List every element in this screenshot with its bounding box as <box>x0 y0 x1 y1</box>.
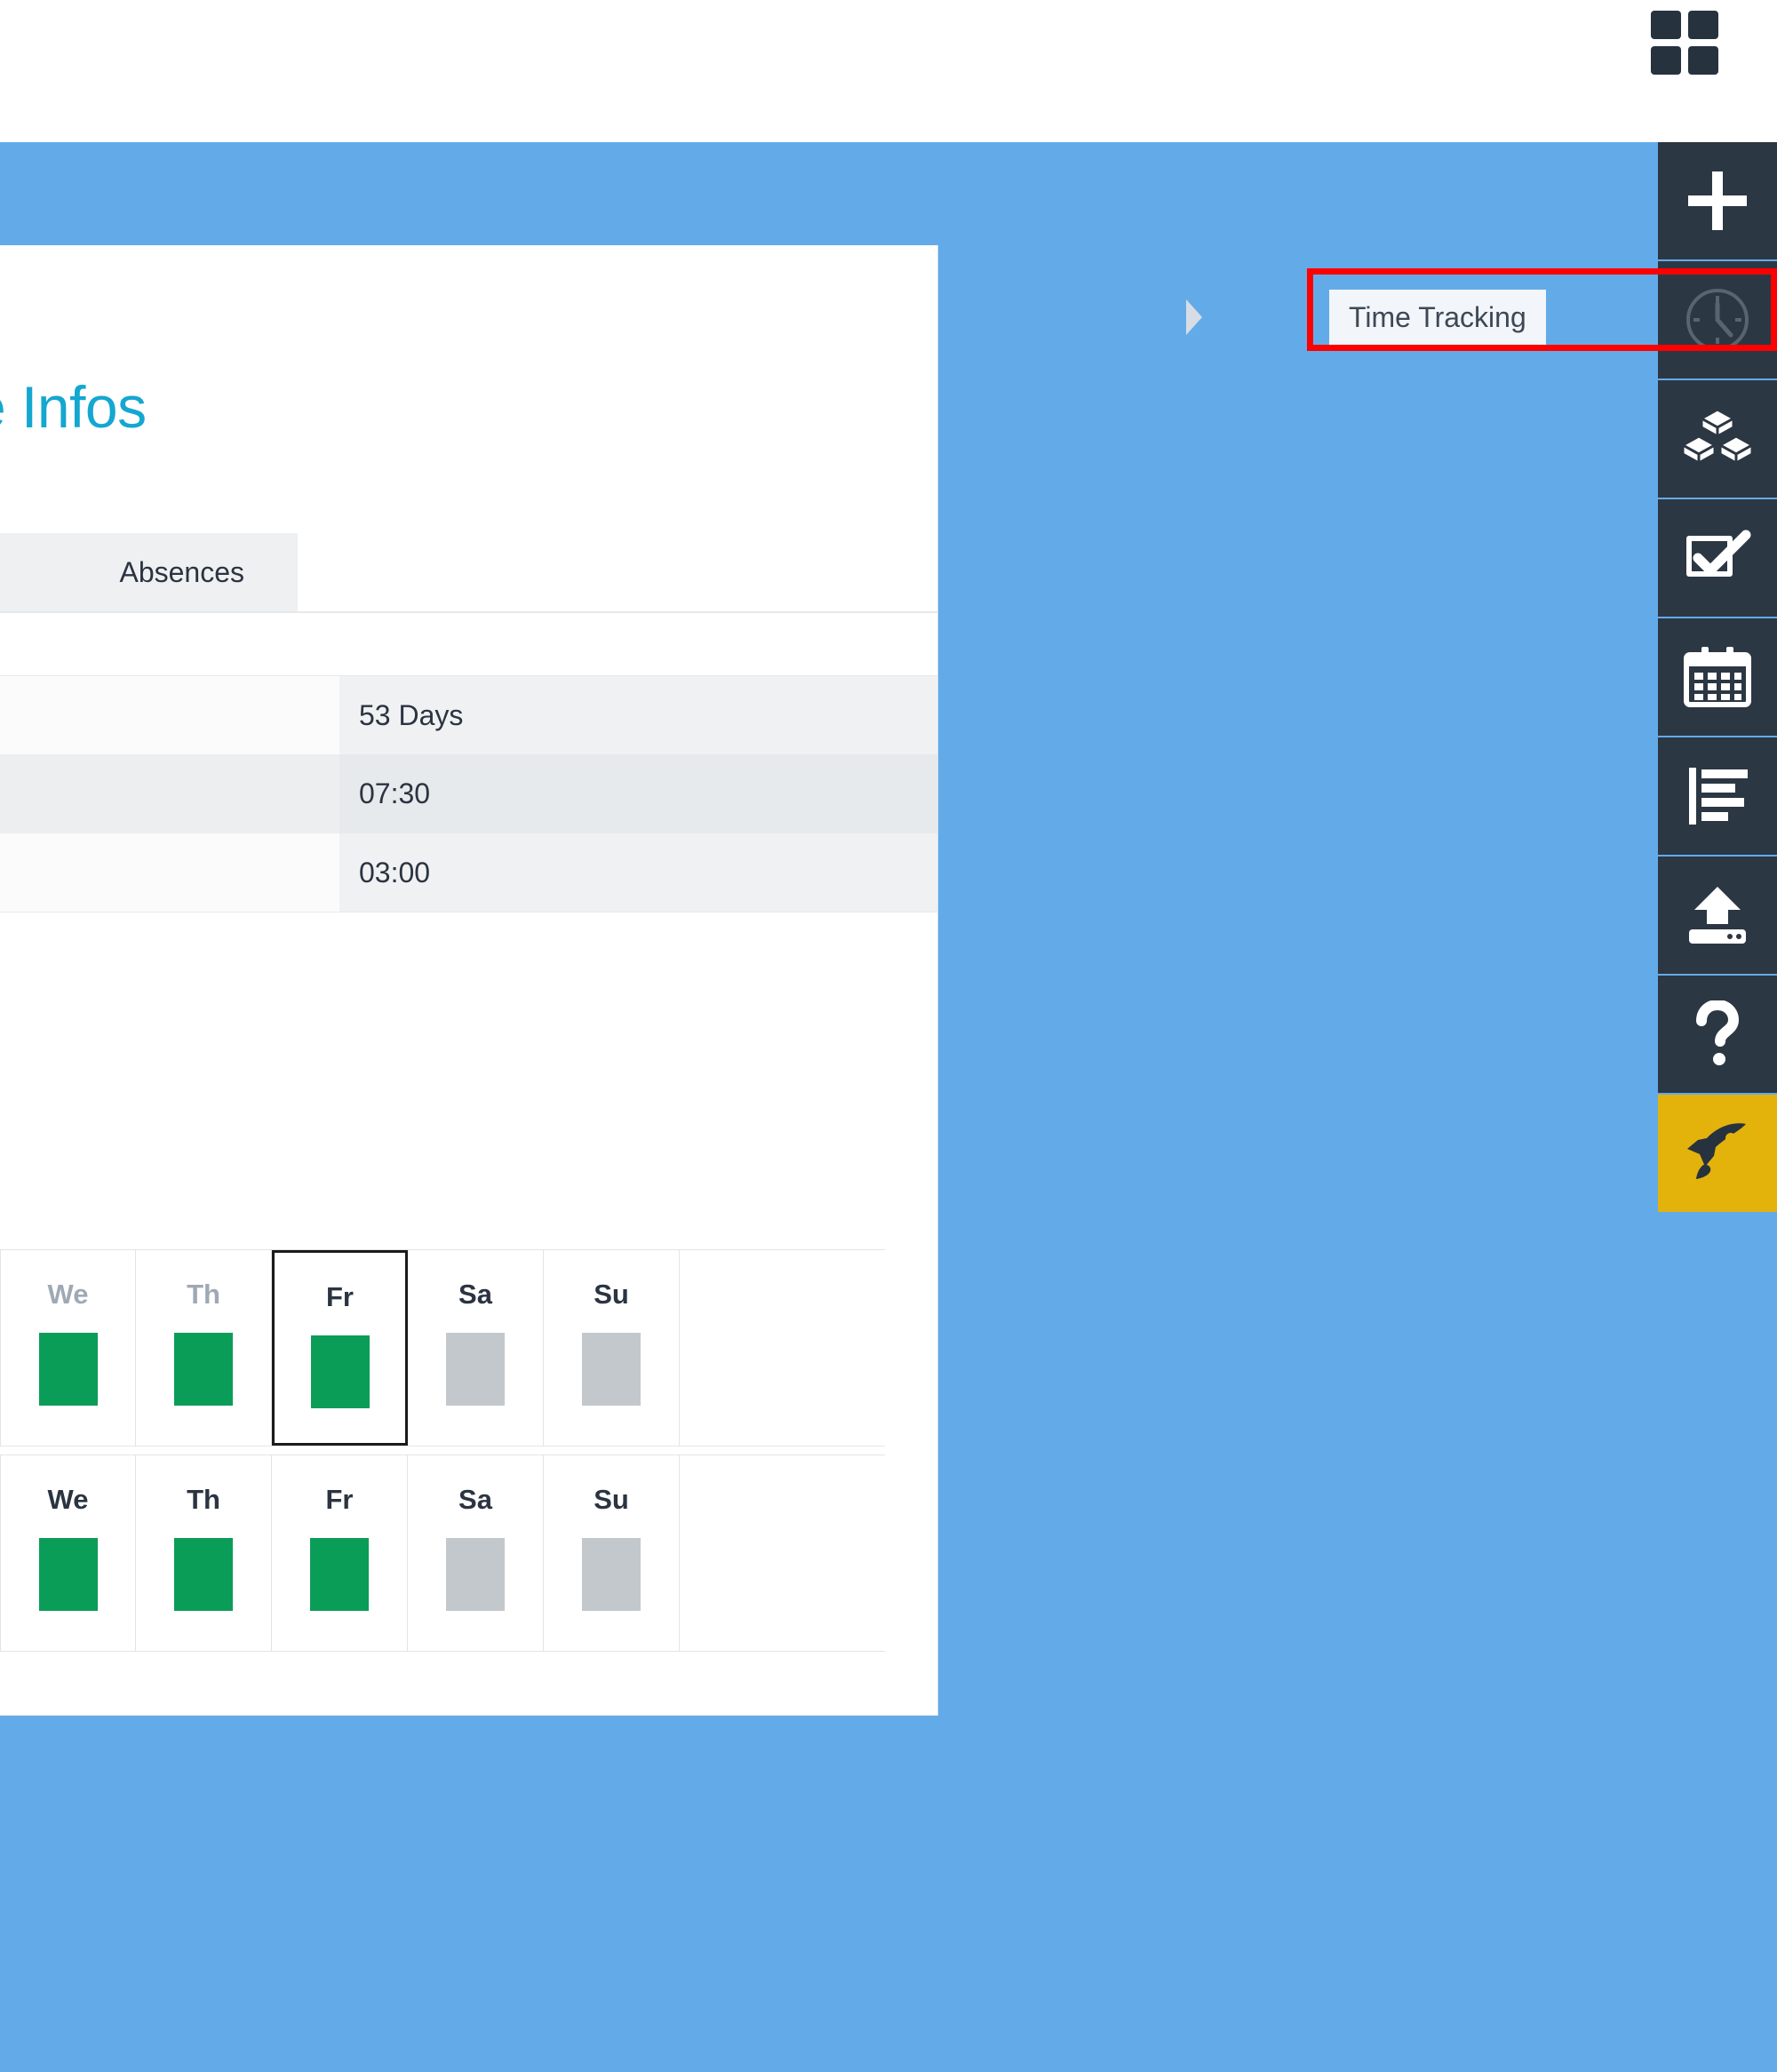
day-status-box <box>582 1538 641 1611</box>
day-label: Su <box>594 1484 629 1515</box>
day-status-box <box>310 1538 369 1611</box>
checkbox-icon <box>1682 526 1753 590</box>
blocks-icon <box>1680 407 1755 471</box>
day-label: Su <box>594 1279 629 1310</box>
bar-list-icon <box>1684 764 1751 828</box>
day-cell-sa[interactable]: Sa <box>408 1250 544 1446</box>
grid-tile-4 <box>1688 46 1718 75</box>
tab-absences[interactable]: Absences <box>0 533 298 611</box>
day-cell-th[interactable]: Th <box>136 1250 272 1446</box>
calendar-icon <box>1682 644 1753 710</box>
grid-tile-2 <box>1688 11 1718 39</box>
rail-item-help[interactable] <box>1658 976 1777 1095</box>
day-label: Th <box>187 1279 220 1310</box>
day-status-box <box>174 1538 233 1611</box>
table-cell-value: 53 Days <box>339 676 937 754</box>
day-cell-fr[interactable]: Fr <box>272 1455 408 1651</box>
day-label: We <box>47 1484 89 1515</box>
table-cell-value: 03:00 <box>339 833 937 912</box>
upload-icon <box>1682 883 1753 947</box>
top-bar <box>0 0 1777 142</box>
day-label: We <box>47 1279 89 1310</box>
day-label: Fr <box>325 1484 354 1515</box>
table-cell-label <box>0 676 339 754</box>
grid-2x2-icon[interactable] <box>1651 11 1718 75</box>
plus-icon <box>1685 168 1750 234</box>
day-label: Sa <box>458 1279 492 1310</box>
table-cell-label <box>0 833 339 912</box>
day-label: Sa <box>458 1484 492 1515</box>
rail-item-time-tracking[interactable] <box>1658 261 1777 380</box>
day-status-box <box>446 1333 505 1406</box>
time-tracking-tooltip: Time Tracking <box>1329 290 1546 345</box>
rocket-icon <box>1682 1119 1753 1188</box>
icon-rail <box>1658 142 1777 1214</box>
rail-item-tasks[interactable] <box>1658 499 1777 618</box>
day-status-box <box>38 1538 98 1611</box>
rail-item-upload[interactable] <box>1658 857 1777 976</box>
question-icon <box>1693 1000 1742 1068</box>
day-status-box <box>582 1333 641 1406</box>
day-cell-th[interactable]: Th <box>136 1455 272 1651</box>
rail-item-calendar[interactable] <box>1658 618 1777 737</box>
clock-icon <box>1683 285 1752 355</box>
grid-tile-3 <box>1651 46 1681 75</box>
day-cell-fr[interactable]: Fr <box>272 1250 408 1446</box>
rail-item-add[interactable] <box>1658 142 1777 261</box>
tooltip-arrow <box>1186 299 1202 335</box>
grid-tile-1 <box>1651 11 1681 39</box>
day-cell-we[interactable]: We <box>0 1455 136 1651</box>
day-status-box <box>174 1333 233 1406</box>
summary-table: 53 Days 07:30 03:00 <box>0 675 937 912</box>
day-status-box <box>38 1333 98 1406</box>
day-label: Fr <box>326 1281 354 1312</box>
week-row: We Th Fr Sa Su <box>0 1249 885 1446</box>
table-row: 03:00 <box>0 833 937 912</box>
rail-item-reports[interactable] <box>1658 737 1777 857</box>
day-cell-su[interactable]: Su <box>544 1250 680 1446</box>
table-cell-value: 07:30 <box>339 754 937 833</box>
day-cell-we[interactable]: We <box>0 1250 136 1446</box>
page-title: e Infos <box>0 374 147 440</box>
table-row: 07:30 <box>0 754 937 833</box>
day-cell-sa[interactable]: Sa <box>408 1455 544 1651</box>
week-row: We Th Fr Sa Su <box>0 1454 885 1652</box>
day-status-box <box>310 1335 370 1408</box>
tab-bar: Absences <box>0 533 937 613</box>
day-cell-su[interactable]: Su <box>544 1455 680 1651</box>
day-label: Th <box>187 1484 220 1515</box>
day-status-box <box>446 1538 505 1611</box>
table-cell-label <box>0 754 339 833</box>
rail-item-modules[interactable] <box>1658 380 1777 499</box>
rail-item-launch[interactable] <box>1658 1095 1777 1214</box>
table-row: 53 Days <box>0 675 937 754</box>
